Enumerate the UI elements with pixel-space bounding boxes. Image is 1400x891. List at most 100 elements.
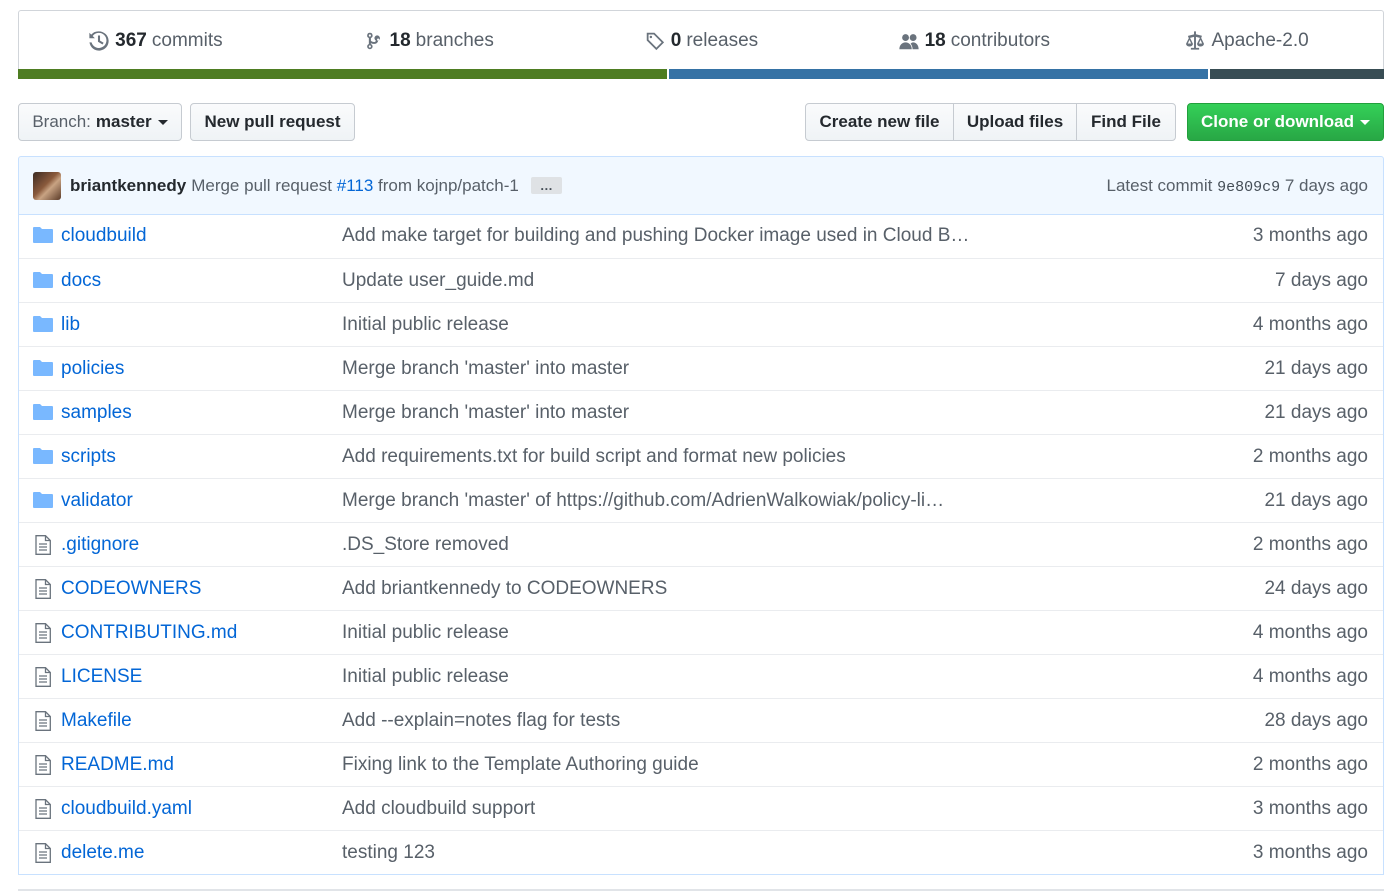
file-icon <box>35 579 55 599</box>
find-file-button[interactable]: Find File <box>1076 103 1176 141</box>
file-name-link[interactable]: CODEOWNERS <box>61 578 201 600</box>
file-name-link[interactable]: samples <box>61 402 132 424</box>
folder-icon <box>33 226 53 246</box>
commit-age: 21 days ago <box>1264 401 1368 423</box>
pull-request-link[interactable]: #113 <box>337 176 374 195</box>
commit-message-link[interactable]: Update user_guide.md <box>342 270 534 292</box>
branch-select-button[interactable]: Branch: master <box>18 103 182 141</box>
folder-icon <box>33 315 53 335</box>
commits-count: 367 <box>115 29 147 51</box>
commit-message-link[interactable]: Add briantkennedy to CODEOWNERS <box>342 578 667 600</box>
table-row: samples Merge branch 'master' into master… <box>19 390 1383 434</box>
file-icon <box>35 843 55 863</box>
commit-message-link[interactable]: Merge branch 'master' of https://github.… <box>342 490 944 512</box>
latest-commit-label: Latest commit <box>1106 175 1213 195</box>
table-row: LICENSE Initial public release 4 months ag… <box>19 654 1383 698</box>
releases-link[interactable]: 0 releases <box>565 11 838 70</box>
commit-message-link[interactable]: .DS_Store removed <box>342 534 509 556</box>
latest-commit-info: Latest commit 9e809c9 7 days ago <box>1107 176 1368 196</box>
folder-icon <box>33 359 53 379</box>
contributors-link[interactable]: 18 contributors <box>837 11 1110 70</box>
table-row: cloudbuild Add make target for building a… <box>19 214 1383 258</box>
commit-message-link[interactable]: Add requirements.txt for build script an… <box>342 446 846 468</box>
file-table: cloudbuild Add make target for building a… <box>18 214 1384 875</box>
latest-commit-bar: briantkennedy Merge pull request #113 fr… <box>18 156 1384 215</box>
commit-message-link[interactable]: Add cloudbuild support <box>342 798 535 820</box>
file-name-link[interactable]: CONTRIBUTING.md <box>61 622 237 644</box>
commit-message-link[interactable]: Fixing link to the Template Authoring gu… <box>342 754 699 776</box>
table-row: policies Merge branch 'master' into maste… <box>19 346 1383 390</box>
license-link[interactable]: Apache-2.0 <box>1110 11 1383 70</box>
commit-message-url[interactable]: https://github.com/AdrienWalkowiak/polic… <box>556 490 944 511</box>
contributors-count: 18 <box>924 29 946 51</box>
file-name-link[interactable]: validator <box>61 490 133 512</box>
file-name-link[interactable]: docs <box>61 270 101 292</box>
file-name-link[interactable]: .gitignore <box>61 534 139 556</box>
commit-message-link[interactable]: testing 123 <box>342 842 435 864</box>
table-row: lib Initial public release 4 months ago <box>19 302 1383 346</box>
commit-age: 28 days ago <box>1264 709 1368 731</box>
commit-message-link[interactable]: Add make target for building and pushing… <box>342 225 969 247</box>
file-name-link[interactable]: lib <box>61 314 80 336</box>
clone-or-download-label: Clone or download <box>1201 112 1354 131</box>
language-bar-segment[interactable] <box>18 69 667 79</box>
contributors-label: contributors <box>950 29 1050 51</box>
releases-label: releases <box>686 29 759 51</box>
commit-message-link[interactable]: Merge branch 'master' into master <box>342 402 629 424</box>
upload-files-button[interactable]: Upload files <box>953 103 1077 141</box>
table-row: scripts Add requirements.txt for build sc… <box>19 434 1383 478</box>
commit-sha[interactable]: 9e809c9 <box>1217 179 1280 196</box>
file-name-link[interactable]: delete.me <box>61 842 144 864</box>
commit-age: 2 months ago <box>1252 753 1368 775</box>
branches-link[interactable]: 18 branches <box>292 11 565 70</box>
file-name-link[interactable]: cloudbuild <box>61 225 147 247</box>
tag-icon <box>646 32 664 50</box>
new-pull-request-button[interactable]: New pull request <box>190 103 355 141</box>
commit-age: 21 days ago <box>1264 357 1368 379</box>
table-row: README.md Fixing link to the Template Aut… <box>19 742 1383 786</box>
commit-age: 4 months ago <box>1252 621 1368 643</box>
commits-label: commits <box>151 29 223 51</box>
file-icon <box>35 535 55 555</box>
branch-prefix: Branch: <box>32 112 91 131</box>
language-bar-segment[interactable] <box>666 69 1208 79</box>
folder-icon <box>33 271 53 291</box>
commit-message-link[interactable]: Merge branch 'master' into master <box>342 358 629 380</box>
folder-icon <box>33 447 53 467</box>
file-name-link[interactable]: cloudbuild.yaml <box>61 798 192 820</box>
caret-down-icon <box>157 119 168 125</box>
commit-age: 21 days ago <box>1264 489 1368 511</box>
law-icon <box>1186 30 1205 50</box>
clone-or-download-button[interactable]: Clone or download <box>1187 103 1384 141</box>
commit-message[interactable]: Merge pull request #113 from kojnp/patch… <box>191 176 519 196</box>
file-name-link[interactable]: LICENSE <box>61 666 142 688</box>
caret-down-icon <box>1360 119 1370 125</box>
file-actions-group: Create new file Upload files Find File <box>805 103 1176 141</box>
language-bar-segment[interactable] <box>1207 69 1384 79</box>
folder-icon <box>33 403 53 423</box>
commit-message-link[interactable]: Add --explain=notes flag for tests <box>342 710 620 732</box>
commit-age: 3 months ago <box>1252 225 1368 246</box>
create-new-file-button[interactable]: Create new file <box>805 103 954 141</box>
file-name-link[interactable]: Makefile <box>61 710 132 732</box>
table-row: CONTRIBUTING.md Initial public release 4 m… <box>19 610 1383 654</box>
expand-commit-button[interactable]: … <box>530 177 562 194</box>
language-bar[interactable] <box>18 69 1384 79</box>
commits-link[interactable]: 367 commits <box>19 11 292 70</box>
branch-name: master <box>95 112 152 131</box>
file-icon <box>35 755 55 775</box>
commit-age: 7 days ago <box>1284 175 1368 195</box>
folder-icon <box>33 491 53 511</box>
license-label: Apache-2.0 <box>1211 29 1309 51</box>
file-name-link[interactable]: policies <box>61 358 124 380</box>
commit-author[interactable]: briantkennedy <box>70 176 186 196</box>
table-row: .gitignore .DS_Store removed 2 months ago <box>19 522 1383 566</box>
commit-message-link[interactable]: Initial public release <box>342 622 509 644</box>
file-name-link[interactable]: scripts <box>61 446 116 468</box>
avatar[interactable] <box>33 171 61 200</box>
file-icon <box>35 623 55 643</box>
file-name-link[interactable]: README.md <box>61 754 174 776</box>
commit-message-suffix: from kojnp/patch-1 <box>378 175 519 195</box>
commit-message-link[interactable]: Initial public release <box>342 314 509 336</box>
commit-message-link[interactable]: Initial public release <box>342 666 509 688</box>
